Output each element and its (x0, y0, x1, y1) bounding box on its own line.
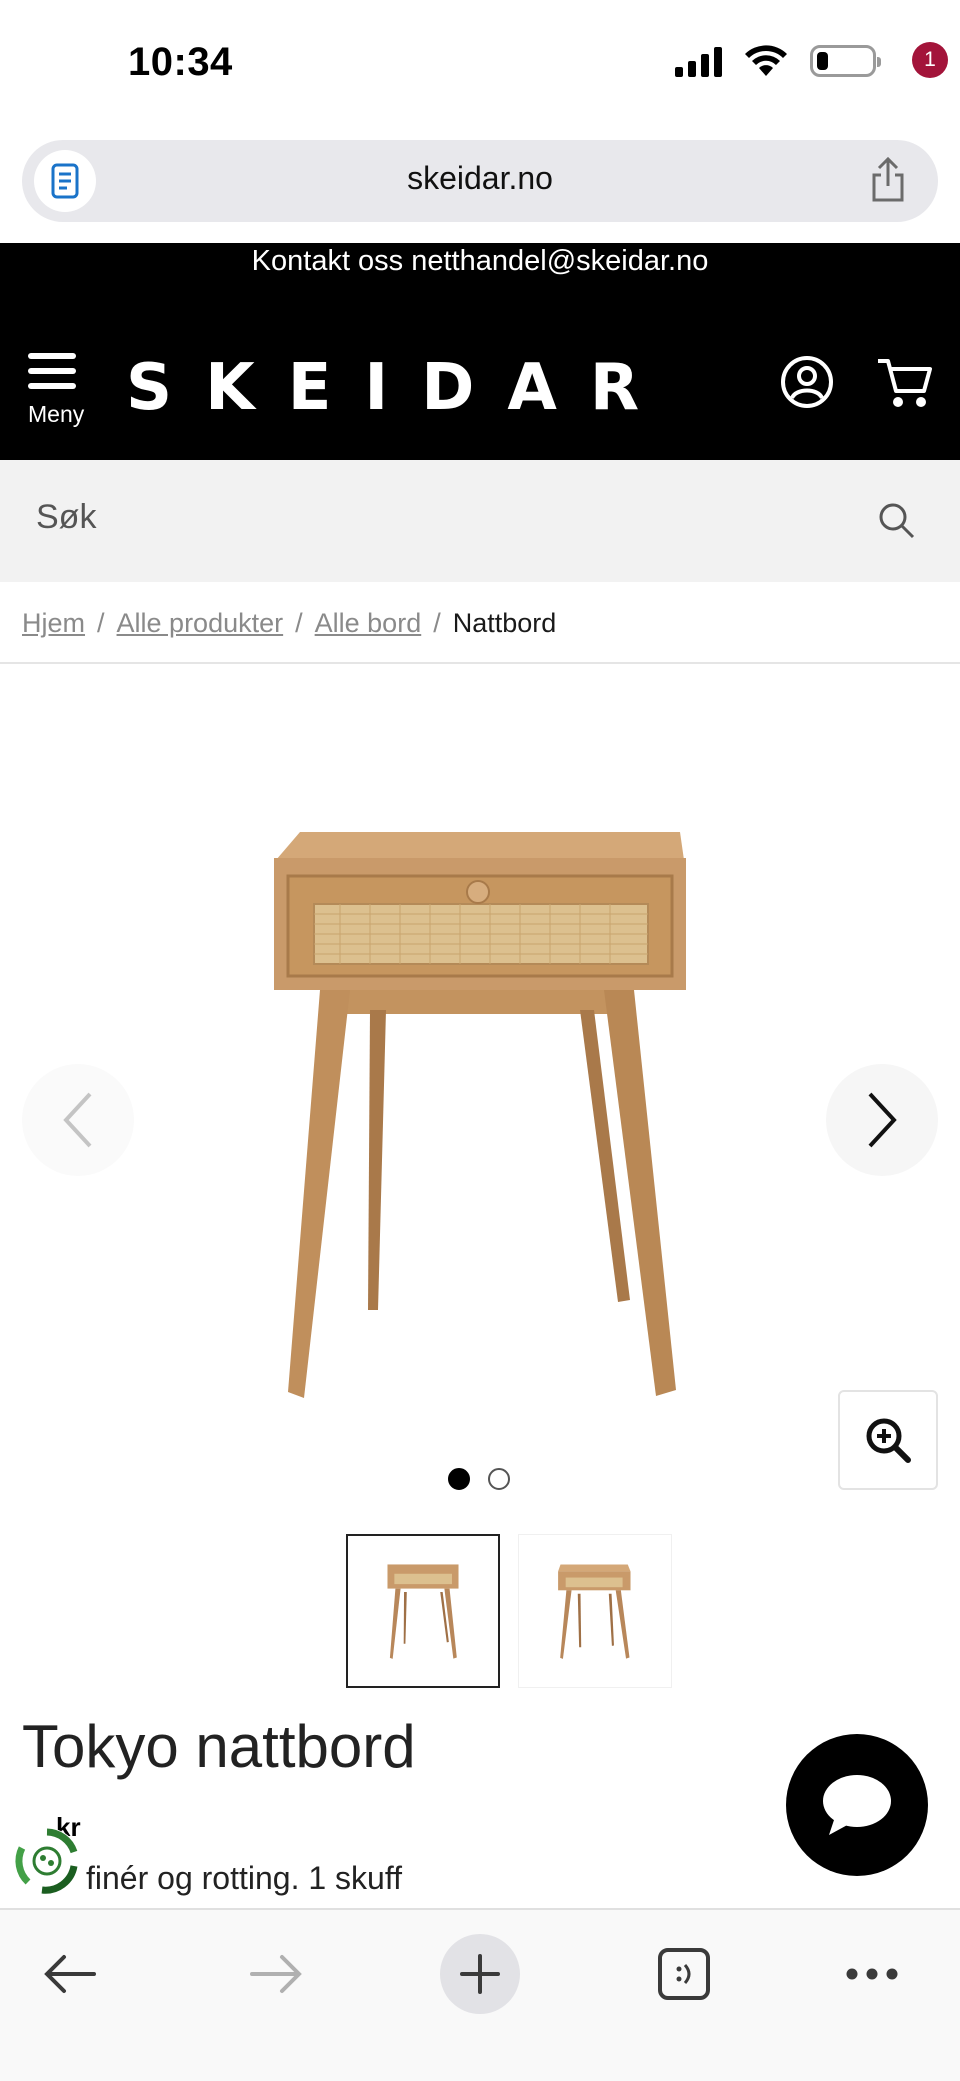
thumbnail-image (387, 1564, 459, 1659)
gallery-prev-button[interactable] (22, 1064, 134, 1176)
breadcrumb-separator: / (97, 608, 105, 638)
breadcrumb-link-home[interactable]: Hjem (22, 608, 85, 638)
breadcrumb-current: Nattbord (452, 608, 557, 638)
sustainability-badge-icon[interactable] (12, 1826, 82, 1896)
back-button[interactable] (30, 1934, 110, 2014)
search-bar (0, 460, 960, 582)
tabs-icon (658, 1948, 710, 2000)
chevron-right-icon (868, 1092, 897, 1148)
thumbnail-2[interactable] (518, 1534, 672, 1688)
plus-icon (460, 1954, 500, 1994)
gallery-next-button[interactable] (826, 1064, 938, 1176)
divider (0, 662, 960, 664)
cart-count-badge[interactable]: 1 (912, 42, 948, 78)
arrow-right-icon (250, 1955, 302, 1993)
url-text: skeidar.no (407, 160, 553, 196)
status-time: 10:34 (128, 40, 233, 84)
breadcrumb: Hjem / Alle produkter / Alle bord / Nattbord (22, 608, 556, 639)
more-button[interactable] (832, 1934, 912, 2014)
thumbnail-1[interactable] (346, 1534, 500, 1688)
site-logo[interactable]: SKEIDAR (126, 351, 672, 425)
status-icons (675, 44, 881, 78)
menu-button[interactable]: Meny (28, 353, 88, 428)
chat-bubble-icon (823, 1775, 891, 1835)
cellular-signal-icon (675, 45, 722, 77)
menu-label: Meny (28, 401, 85, 427)
status-bar: 10:34 (0, 0, 960, 130)
gallery-dots (448, 1468, 510, 1490)
gallery-dot-active[interactable] (448, 1468, 470, 1490)
browser-toolbar (0, 1908, 960, 2081)
address-bar[interactable]: skeidar.no (22, 140, 938, 222)
site-header: Meny SKEIDAR (0, 303, 960, 460)
breadcrumb-link-all-tables[interactable]: Alle bord (315, 608, 422, 638)
gallery-dot[interactable] (488, 1468, 510, 1490)
chevron-left-icon (63, 1092, 92, 1148)
share-icon[interactable] (868, 156, 908, 204)
thumbnail-image (558, 1564, 631, 1659)
wifi-icon (745, 45, 787, 76)
arrow-left-icon (44, 1955, 96, 1993)
breadcrumb-separator: / (295, 608, 303, 638)
more-dots-icon (846, 1968, 898, 1980)
product-image[interactable] (250, 830, 710, 1410)
forward-button[interactable] (236, 1934, 316, 2014)
search-icon[interactable] (876, 500, 916, 540)
menu-icon (28, 353, 88, 389)
new-tab-button[interactable] (440, 1934, 520, 2014)
chat-button[interactable] (786, 1734, 928, 1876)
breadcrumb-separator: / (433, 608, 441, 638)
zoom-in-icon (866, 1418, 911, 1463)
zoom-button[interactable] (838, 1390, 938, 1490)
breadcrumb-link-all-products[interactable]: Alle produkter (117, 608, 284, 638)
battery-icon (810, 45, 881, 77)
battery-level (817, 52, 828, 70)
contact-banner[interactable]: Kontakt oss netthandel@skeidar.no (0, 243, 960, 303)
search-input[interactable] (36, 498, 836, 537)
tabs-button[interactable] (644, 1934, 724, 2014)
account-icon[interactable] (780, 355, 834, 409)
cart-icon[interactable] (876, 355, 934, 411)
product-title: Tokyo nattbord (22, 1713, 416, 1780)
product-short-description: finér og rotting. 1 skuff (86, 1860, 403, 1896)
